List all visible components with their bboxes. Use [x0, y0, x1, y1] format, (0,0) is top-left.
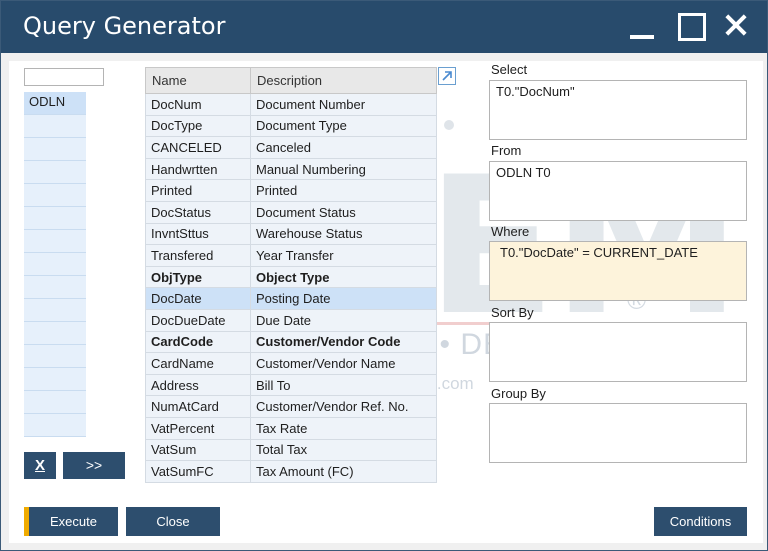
select-field[interactable]: T0."DocNum"	[489, 80, 747, 140]
table-list-item[interactable]	[24, 115, 86, 138]
field-description: Manual Numbering	[250, 157, 437, 181]
table-row[interactable]: CardName Customer/Vendor Name	[145, 352, 437, 375]
group-by-field[interactable]	[489, 403, 747, 463]
field-name: ObjType	[145, 265, 251, 289]
field-name: DocDueDate	[145, 308, 251, 332]
field-description: Bill To	[250, 373, 437, 397]
field-name: DocDate	[145, 287, 251, 310]
field-description: Document Type	[250, 114, 437, 138]
table-list-item[interactable]	[24, 368, 86, 391]
expand-icon[interactable]	[438, 67, 456, 85]
table-list-item[interactable]	[24, 207, 86, 230]
field-name: VatPercent	[145, 416, 251, 440]
move-right-button[interactable]: >>	[63, 452, 125, 479]
table-row[interactable]: ObjType Object Type	[145, 265, 437, 289]
from-label: From	[491, 143, 522, 158]
table-list-item[interactable]: ODLN	[24, 92, 86, 115]
fields-grid: Name Description DocNum Document Number D…	[145, 67, 437, 483]
field-name: CANCELED	[145, 136, 251, 159]
field-description: Warehouse Status	[250, 222, 437, 246]
field-description: Document Status	[250, 200, 437, 224]
close-icon[interactable]	[718, 9, 754, 45]
table-row[interactable]: VatSum Total Tax	[145, 438, 437, 462]
where-field[interactable]: T0."DocDate" = CURRENT_DATE	[489, 241, 747, 301]
field-name: VatSum	[145, 438, 251, 462]
field-description: Document Number	[250, 93, 437, 116]
table-row[interactable]: CardCode Customer/Vendor Code	[145, 330, 437, 354]
field-description: Tax Rate	[250, 416, 437, 440]
field-description: Canceled	[250, 136, 437, 159]
table-list-item[interactable]	[24, 345, 86, 368]
close-button[interactable]: Close	[126, 507, 220, 536]
field-description: Tax Amount (FC)	[250, 460, 437, 483]
table-row[interactable]: NumAtCard Customer/Vendor Ref. No.	[145, 395, 437, 418]
table-list-item[interactable]	[24, 161, 86, 184]
table-row-selected[interactable]: DocDate Posting Date	[145, 287, 437, 310]
column-header-description[interactable]: Description	[250, 67, 437, 94]
table-list-item[interactable]	[24, 322, 86, 345]
field-description: Customer/Vendor Code	[250, 330, 437, 354]
field-name: DocType	[145, 114, 251, 138]
select-label: Select	[491, 62, 528, 77]
table-row[interactable]: VatSumFC Tax Amount (FC)	[145, 460, 437, 483]
table-row[interactable]: DocNum Document Number	[145, 93, 437, 116]
field-description: Customer/Vendor Name	[250, 352, 437, 375]
table-list: ODLN	[24, 92, 86, 437]
table-list-item[interactable]	[24, 184, 86, 207]
field-description: Object Type	[250, 265, 437, 289]
field-name: InvntSttus	[145, 222, 251, 246]
from-field[interactable]: ODLN T0	[489, 161, 747, 221]
field-description: Total Tax	[250, 438, 437, 462]
execute-button[interactable]: Execute	[24, 507, 118, 536]
table-list-item[interactable]	[24, 230, 86, 253]
table-filter-input[interactable]	[24, 68, 104, 86]
table-list-item[interactable]	[24, 138, 86, 161]
table-row[interactable]: DocDueDate Due Date	[145, 308, 437, 332]
field-name: Handwrtten	[145, 157, 251, 181]
group-by-label: Group By	[491, 386, 546, 401]
field-name: Address	[145, 373, 251, 397]
field-description: Year Transfer	[250, 244, 437, 267]
table-list-item[interactable]	[24, 276, 86, 299]
field-name: CardName	[145, 352, 251, 375]
where-label: Where	[491, 224, 530, 239]
table-row[interactable]: InvntSttus Warehouse Status	[145, 222, 437, 246]
field-name: VatSumFC	[145, 460, 251, 483]
window-title: Query Generator	[23, 12, 226, 40]
maximize-icon[interactable]	[674, 9, 710, 45]
field-description: Customer/Vendor Ref. No.	[250, 395, 437, 418]
table-row[interactable]: Handwrtten Manual Numbering	[145, 157, 437, 181]
table-row[interactable]: CANCELED Canceled	[145, 136, 437, 159]
field-name: NumAtCard	[145, 395, 251, 418]
table-list-item[interactable]	[24, 391, 86, 414]
table-row[interactable]: DocType Document Type	[145, 114, 437, 138]
conditions-button[interactable]: Conditions	[654, 507, 747, 536]
field-name: Transfered	[145, 244, 251, 267]
sort-by-label: Sort By	[491, 305, 534, 320]
field-name: DocStatus	[145, 200, 251, 224]
table-row[interactable]: VatPercent Tax Rate	[145, 416, 437, 440]
minimize-icon[interactable]	[626, 9, 662, 45]
table-list-item[interactable]	[24, 299, 86, 322]
field-name: CardCode	[145, 330, 251, 354]
column-header-name[interactable]: Name	[145, 67, 251, 94]
table-list-item[interactable]	[24, 253, 86, 276]
field-description: Posting Date	[250, 287, 437, 310]
field-description: Due Date	[250, 308, 437, 332]
table-row[interactable]: Address Bill To	[145, 373, 437, 397]
table-list-item[interactable]	[24, 414, 86, 437]
clear-button[interactable]: X	[24, 452, 56, 479]
title-bar: Query Generator	[1, 1, 767, 53]
field-name: Printed	[145, 179, 251, 202]
table-row[interactable]: DocStatus Document Status	[145, 200, 437, 224]
field-name: DocNum	[145, 93, 251, 116]
sort-by-field[interactable]	[489, 322, 747, 382]
field-description: Printed	[250, 179, 437, 202]
table-row[interactable]: Printed Printed	[145, 179, 437, 202]
table-row[interactable]: Transfered Year Transfer	[145, 244, 437, 267]
